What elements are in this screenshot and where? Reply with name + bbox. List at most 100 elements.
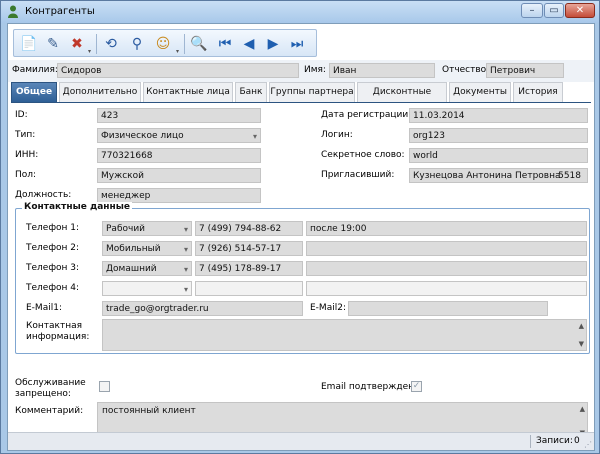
combo-arrow-icon[interactable]: ▾ xyxy=(184,264,188,275)
patronymic-field[interactable]: Петрович xyxy=(486,63,564,78)
users-dropdown-icon[interactable]: ▾ xyxy=(176,48,181,55)
scroll-up-icon[interactable]: ▲ xyxy=(579,322,584,330)
comment-label: Комментарий: xyxy=(15,406,84,416)
email2-field[interactable] xyxy=(348,301,548,316)
last-name-field[interactable]: Сидоров xyxy=(57,63,299,78)
window-title: Контрагенты xyxy=(25,6,95,17)
tab-discount-cards[interactable]: Дисконтные карты xyxy=(357,82,447,115)
prev-record-icon[interactable]: ◀ xyxy=(238,33,260,55)
tab-strip: Общее Дополнительно Контактные лица Банк… xyxy=(11,82,594,115)
phone2-type: Мобильный xyxy=(106,244,161,254)
phone4-type-combobox[interactable]: ▾ xyxy=(102,281,192,296)
phone3-type-combobox[interactable]: Домашний ▾ xyxy=(102,261,192,276)
combo-arrow-icon[interactable]: ▾ xyxy=(184,244,188,255)
tab-contact-persons[interactable]: Контактные лица xyxy=(143,82,233,102)
phone2-label: Телефон 2: xyxy=(26,243,80,253)
search-person-icon[interactable]: ⚲ xyxy=(126,33,148,55)
id-field: 423 xyxy=(97,108,261,123)
name-bar: Фамилия: Сидоров Имя: Иван Отчество: Пет… xyxy=(8,60,594,82)
general-tab-page: ID: 423 Тип: Физическое лицо ▾ ИНН: 7703… xyxy=(11,102,591,442)
tab-history[interactable]: История xyxy=(513,82,563,102)
edit-icon[interactable]: ✎ xyxy=(42,33,64,55)
records-count: 0 xyxy=(574,436,580,446)
first-record-icon[interactable]: ⏮ xyxy=(214,33,236,55)
next-record-icon[interactable]: ▶ xyxy=(262,33,284,55)
service-banned-label-line2: запрещено: xyxy=(15,389,71,399)
refresh-icon[interactable]: ⟲ xyxy=(100,33,122,55)
find-icon[interactable]: 🔍 xyxy=(188,33,210,55)
phone4-note[interactable] xyxy=(306,281,587,296)
position-field[interactable]: менеджер xyxy=(97,188,261,203)
scroll-up-icon[interactable]: ▲ xyxy=(580,405,585,413)
combo-arrow-icon[interactable]: ▾ xyxy=(253,131,257,142)
window: Контрагенты – ▭ ✕ 📄 ✎ ✖ ▾ ⟲ ⚲ ☺ ▾ 🔍 ⏮ ◀ … xyxy=(0,0,600,454)
check-mark-icon: ✓ xyxy=(412,381,421,391)
combo-arrow-icon[interactable]: ▾ xyxy=(184,224,188,235)
position-label: Должность: xyxy=(15,190,72,200)
first-name-field[interactable]: Иван xyxy=(329,63,435,78)
invited-by-name: Кузнецова Антонина Петровна xyxy=(413,171,561,181)
toolbar-separator xyxy=(184,34,185,54)
new-record-icon[interactable]: 📄 xyxy=(18,33,40,55)
contacts-group-title: Контактные данные xyxy=(22,202,132,212)
reg-date-label: Дата регистрации: xyxy=(321,110,412,120)
delete-dropdown-icon[interactable]: ▾ xyxy=(88,48,93,55)
tab-bank[interactable]: Банк xyxy=(235,82,267,102)
last-record-icon[interactable]: ⏭ xyxy=(286,33,308,55)
scroll-down-icon[interactable]: ▼ xyxy=(579,340,584,348)
id-label: ID: xyxy=(15,110,28,120)
status-bar: Записи: 0 ⋰ xyxy=(8,432,594,450)
phone3-type: Домашний xyxy=(106,264,157,274)
contact-info-label-line1: Контактная xyxy=(26,321,83,331)
tab-partner-groups[interactable]: Группы партнера xyxy=(269,82,355,102)
delete-icon[interactable]: ✖ xyxy=(66,33,88,55)
maximize-button[interactable]: ▭ xyxy=(544,3,564,18)
phone1-note[interactable]: после 19:00 xyxy=(306,221,587,236)
reg-date-field[interactable]: 11.03.2014 xyxy=(409,108,588,123)
resize-grip-icon[interactable]: ⋰ xyxy=(584,440,592,449)
email1-field[interactable]: trade_go@orgtrader.ru xyxy=(102,301,303,316)
gender-field[interactable]: Мужской xyxy=(97,168,261,183)
patronymic-label: Отчество: xyxy=(442,65,490,75)
invited-by-id: 5518 xyxy=(558,171,581,181)
close-button[interactable]: ✕ xyxy=(565,3,595,18)
toolbar: 📄 ✎ ✖ ▾ ⟲ ⚲ ☺ ▾ 🔍 ⏮ ◀ ▶ ⏭ xyxy=(13,29,317,57)
phone1-type: Рабочий xyxy=(106,224,146,234)
service-banned-checkbox[interactable] xyxy=(99,381,110,392)
phone3-note[interactable] xyxy=(306,261,587,276)
email-confirmed-label: Email подтвержден: xyxy=(321,382,418,392)
phone3-label: Телефон 3: xyxy=(26,263,80,273)
login-label: Логин: xyxy=(321,130,353,140)
inn-label: ИНН: xyxy=(15,150,39,160)
inn-field[interactable]: 770321668 xyxy=(97,148,261,163)
tab-general[interactable]: Общее xyxy=(11,82,57,102)
email-confirmed-checkbox[interactable]: ✓ xyxy=(411,381,422,392)
service-banned-label-line1: Обслуживание xyxy=(15,378,86,388)
type-value: Физическое лицо xyxy=(101,131,184,141)
type-label: Тип: xyxy=(15,130,36,140)
tab-documents[interactable]: Документы xyxy=(449,82,511,102)
status-separator xyxy=(530,435,531,448)
phone2-type-combobox[interactable]: Мобильный ▾ xyxy=(102,241,192,256)
contacts-group: Контактные данные Телефон 1: Рабочий ▾ 7… xyxy=(15,202,590,354)
phone3-number[interactable]: 7 (495) 178-89-17 xyxy=(195,261,303,276)
invited-by-field[interactable]: Кузнецова Антонина Петровна 5518 xyxy=(409,168,588,183)
tab-additional[interactable]: Дополнительно xyxy=(59,82,141,102)
secret-word-label: Секретное слово: xyxy=(321,150,405,160)
phone4-number[interactable] xyxy=(195,281,303,296)
users-icon[interactable]: ☺ xyxy=(152,33,174,55)
phone1-type-combobox[interactable]: Рабочий ▾ xyxy=(102,221,192,236)
title-bar: Контрагенты – ▭ ✕ xyxy=(1,1,599,23)
contact-info-textarea[interactable]: ▲ ▼ xyxy=(102,319,587,351)
phone2-note[interactable] xyxy=(306,241,587,256)
combo-arrow-icon[interactable]: ▾ xyxy=(184,284,188,295)
email1-label: E-Mail1: xyxy=(26,303,62,313)
minimize-button[interactable]: – xyxy=(521,3,543,18)
login-field[interactable]: org123 xyxy=(409,128,588,143)
phone4-label: Телефон 4: xyxy=(26,283,80,293)
secret-word-field[interactable]: world xyxy=(409,148,588,163)
phone2-number[interactable]: 7 (926) 514-57-17 xyxy=(195,241,303,256)
phone1-number[interactable]: 7 (499) 794-88-62 xyxy=(195,221,303,236)
client-area: 📄 ✎ ✖ ▾ ⟲ ⚲ ☺ ▾ 🔍 ⏮ ◀ ▶ ⏭ Фамилия: Сидор… xyxy=(7,23,595,451)
type-combobox[interactable]: Физическое лицо ▾ xyxy=(97,128,261,143)
